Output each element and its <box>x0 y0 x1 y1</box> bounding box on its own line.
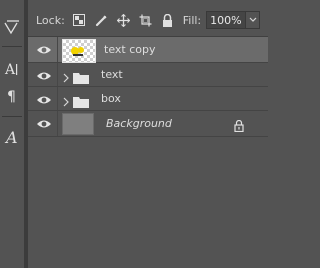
lock-label: Lock: <box>36 13 65 27</box>
layer-thumbnail <box>62 39 96 63</box>
lock-transparent-pixels-icon[interactable] <box>73 14 86 27</box>
chevron-right-icon[interactable] <box>62 93 70 107</box>
smart-object-icon <box>71 47 84 56</box>
visibility-eye-icon[interactable] <box>36 92 52 106</box>
folder-icon <box>73 93 89 108</box>
lock-bar: Lock: Fill: 100% <box>28 8 268 32</box>
character-panel-icon[interactable]: A <box>0 56 24 82</box>
lock-all-icon[interactable] <box>161 13 174 27</box>
layer-row-background[interactable]: Background <box>28 111 268 137</box>
paragraph-panel-icon[interactable]: ¶ <box>0 83 24 109</box>
tool-strip: A ¶ A <box>0 0 24 268</box>
layer-name: text <box>101 68 123 81</box>
svg-text:A: A <box>4 129 18 145</box>
prevent-auto-nesting-icon[interactable] <box>139 14 152 27</box>
layer-thumbnail <box>62 113 94 135</box>
layer-row-text-copy[interactable]: text copy <box>28 37 268 63</box>
fill-dropdown-button[interactable] <box>246 11 261 29</box>
path-text-tool-icon[interactable] <box>0 14 24 40</box>
row-separator <box>57 111 58 136</box>
layers-panel: Lock: Fill: 100% text copy text box Back… <box>28 0 268 268</box>
chevron-right-icon[interactable] <box>62 69 70 83</box>
fill-label: Fill: <box>182 13 202 27</box>
visibility-eye-icon[interactable] <box>36 68 52 82</box>
row-separator <box>57 87 58 110</box>
layer-row-text[interactable]: text <box>28 63 268 87</box>
tool-separator <box>2 116 22 117</box>
chevron-down-icon <box>249 17 256 22</box>
layer-name: box <box>101 92 121 105</box>
fill-input[interactable]: 100% <box>206 11 247 29</box>
layer-name: text copy <box>104 43 156 56</box>
layer-row-box[interactable]: box <box>28 87 268 111</box>
lock-icon <box>234 117 244 133</box>
layer-name: Background <box>106 117 172 130</box>
lock-image-pixels-icon[interactable] <box>95 14 108 27</box>
row-separator <box>57 37 58 62</box>
visibility-eye-icon[interactable] <box>36 116 52 130</box>
svg-text:A: A <box>4 62 16 77</box>
visibility-eye-icon[interactable] <box>36 42 52 56</box>
glyphs-panel-icon[interactable]: A <box>0 124 24 150</box>
lock-position-icon[interactable] <box>116 13 130 27</box>
folder-icon <box>73 69 89 84</box>
tool-separator <box>2 46 22 47</box>
row-separator <box>57 63 58 86</box>
svg-text:¶: ¶ <box>7 89 16 104</box>
